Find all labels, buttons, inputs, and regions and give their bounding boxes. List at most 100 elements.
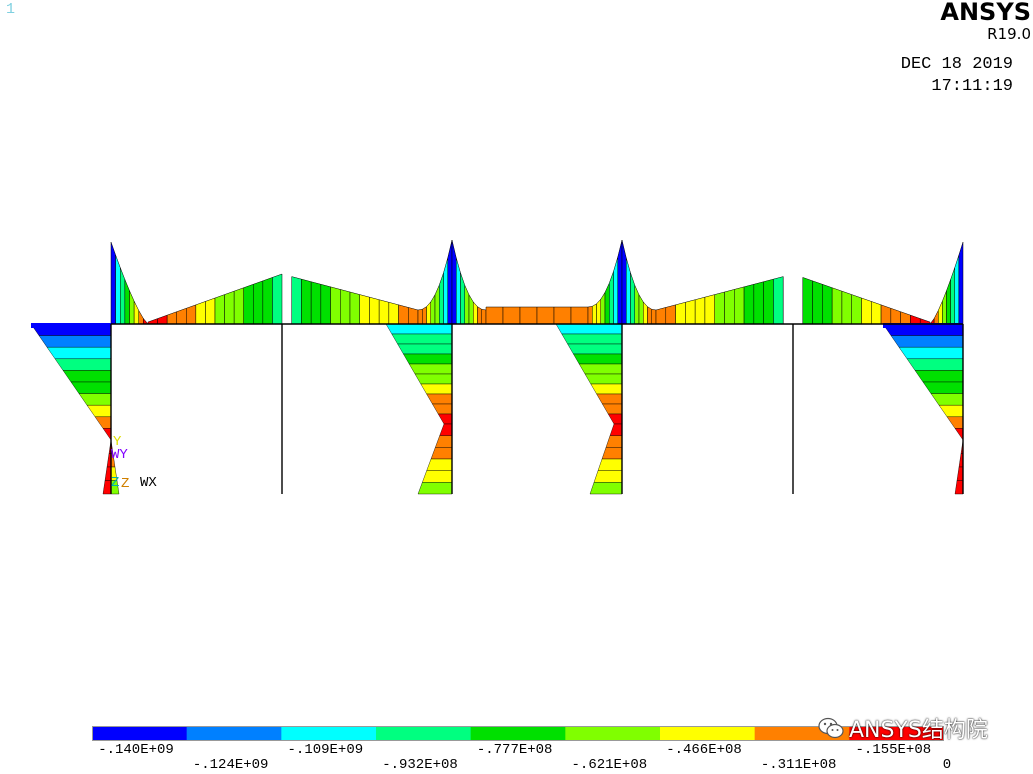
contour-band (958, 241, 964, 325)
contour-band (922, 381, 964, 394)
watermark: ANSYS结构院 (817, 712, 988, 744)
legend-label-upper: -.155E+08 (855, 742, 932, 758)
contour-band (812, 280, 823, 325)
contour-band (589, 482, 623, 495)
contour-band (714, 291, 725, 325)
contour-band (685, 299, 696, 325)
graphics-viewport[interactable]: 1 ANSYS R19.0 DEC 18 2019 17:11:19 Y WY … (0, 0, 1033, 774)
contour-band (609, 423, 623, 436)
contour-band (910, 314, 921, 325)
contour-band (567, 343, 623, 355)
contour-band (584, 373, 623, 385)
contour-band (437, 413, 453, 425)
contour-band (388, 301, 399, 325)
beam-spike-2r (451, 239, 487, 325)
contour-band (420, 383, 453, 395)
contour-band (408, 307, 419, 325)
legend-label-lower: 0 (942, 757, 952, 773)
contour-band (519, 306, 538, 325)
legend-swatch (92, 726, 188, 740)
contour-band (900, 311, 911, 325)
contour-band (434, 285, 440, 325)
contour-band (841, 290, 852, 325)
contour-band (630, 272, 635, 325)
contour-band (272, 273, 283, 325)
beam-span-1b (291, 276, 419, 325)
contour-band (378, 299, 390, 325)
contour-band (54, 358, 112, 371)
contour-band (301, 278, 312, 325)
beam-spike-3l (587, 239, 623, 325)
contour-band (138, 309, 144, 325)
contour-band (851, 294, 862, 325)
contour-band (665, 304, 676, 325)
contour-band (655, 307, 667, 325)
contour-band (613, 256, 618, 325)
contour-band (906, 358, 964, 371)
column-diagram-4a (882, 323, 964, 441)
contour-band (570, 306, 589, 325)
contour-band (621, 239, 627, 325)
beam-spike-2l (417, 239, 453, 325)
contour-band (597, 458, 623, 471)
frame-model (110, 323, 964, 494)
contour-band (385, 323, 453, 335)
beam-span-3a (655, 276, 784, 325)
contour-band (587, 306, 593, 325)
contour-band (243, 283, 254, 325)
contour-band (330, 286, 341, 325)
contour-band (94, 416, 112, 429)
contour-band (86, 405, 112, 417)
contour-band (253, 280, 264, 325)
legend-label-lower: -.311E+08 (760, 757, 837, 773)
legend-label-upper: -.140E+09 (98, 742, 174, 758)
contour-band (443, 257, 448, 325)
beam-spike-1 (110, 241, 149, 325)
contour-band (397, 343, 453, 355)
contour-band (602, 403, 623, 415)
contour-band (464, 285, 470, 325)
contour-band (930, 393, 964, 406)
contour-band (593, 470, 623, 483)
contour-band (933, 310, 939, 325)
contour-band (536, 306, 555, 325)
contour-band (898, 347, 964, 359)
contour-band (157, 314, 168, 325)
contour-band (403, 353, 453, 365)
contour-band (78, 393, 112, 406)
contour-band (946, 416, 964, 429)
triad-z-label: Z (111, 475, 120, 491)
contour-band (186, 304, 197, 325)
contour-band (694, 296, 706, 325)
contour-band (592, 303, 597, 325)
contour-band (291, 276, 302, 325)
legend-label-upper: -.777E+08 (476, 742, 553, 758)
contour-band (176, 307, 187, 325)
contour-band (861, 297, 872, 325)
contour-band (435, 435, 453, 448)
contour-band (129, 290, 135, 325)
contour-band (724, 289, 735, 325)
column-diagram-3a (555, 323, 623, 425)
contour-band (62, 370, 112, 383)
contour-band (70, 381, 112, 394)
contour-band (954, 254, 960, 325)
contour-band (609, 271, 614, 325)
contour-band (456, 257, 461, 325)
contour-band (704, 294, 715, 325)
beam-spike-3r (621, 239, 657, 325)
contour-band (439, 272, 444, 325)
contour-band (426, 393, 453, 405)
legend-swatch (565, 726, 661, 740)
column-diagram-1a (30, 323, 112, 441)
contour-band (675, 301, 686, 325)
contour-band (310, 281, 322, 325)
contour-band (359, 294, 370, 325)
contour-band (46, 347, 112, 359)
contour-band (600, 291, 606, 325)
contour-band (573, 353, 623, 365)
contour-band (369, 296, 380, 325)
contour-band (166, 311, 177, 325)
legend-swatch (470, 726, 566, 740)
contour-band (914, 370, 964, 383)
